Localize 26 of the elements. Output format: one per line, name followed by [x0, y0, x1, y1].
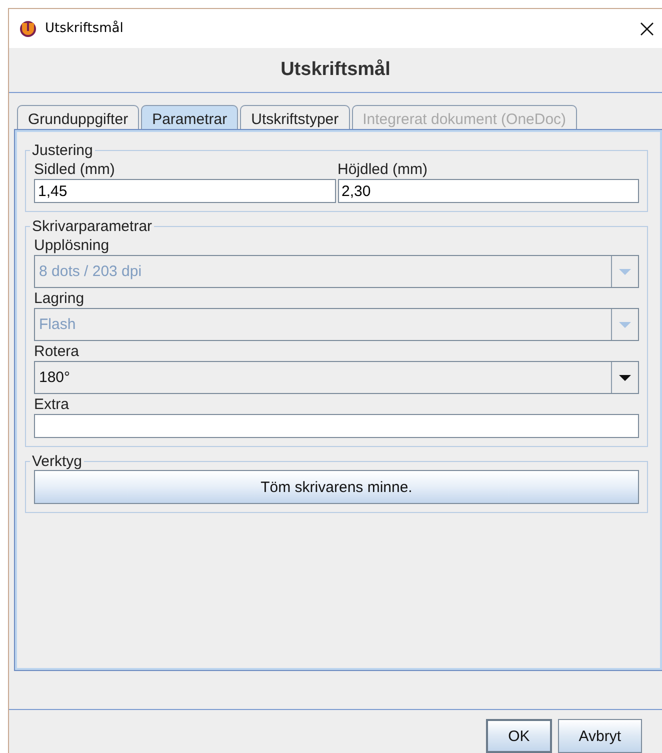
input-field[interactable]: [34, 414, 639, 438]
input-field[interactable]: 1,45: [34, 179, 336, 203]
field-label: Sidled (mm): [34, 161, 116, 178]
cancel-button[interactable]: Avbryt: [558, 719, 642, 753]
caret-icon: [619, 268, 631, 274]
window-title: Utskriftsmål: [45, 21, 124, 36]
clear-memory-button[interactable]: Töm skrivarens minne.: [34, 470, 639, 504]
caret-icon: [619, 374, 631, 380]
field-label: Lagring: [34, 290, 86, 307]
caret-icon: [619, 322, 631, 328]
field-label: Upplösning: [34, 237, 110, 254]
dialog-heading: Utskriftsmål: [280, 59, 390, 81]
field-label: Höjdled (mm): [338, 161, 429, 178]
group-title: Justering: [31, 142, 94, 159]
tab[interactable]: Grunduppgifter: [17, 105, 140, 130]
field-label: Rotera: [34, 343, 80, 360]
dropdown[interactable]: 180°: [34, 361, 639, 394]
app-logo-icon: [19, 20, 37, 38]
group-title: Verktyg: [31, 453, 84, 470]
group-title: Skrivarparametrar: [31, 218, 154, 235]
tab[interactable]: Utskriftstyper: [240, 105, 350, 130]
close-icon: [639, 20, 655, 36]
tab[interactable]: Parametrar: [141, 105, 238, 130]
ok-button[interactable]: OK: [486, 719, 552, 753]
field-label: Extra: [34, 396, 70, 413]
input-field[interactable]: 2,30: [338, 179, 639, 203]
